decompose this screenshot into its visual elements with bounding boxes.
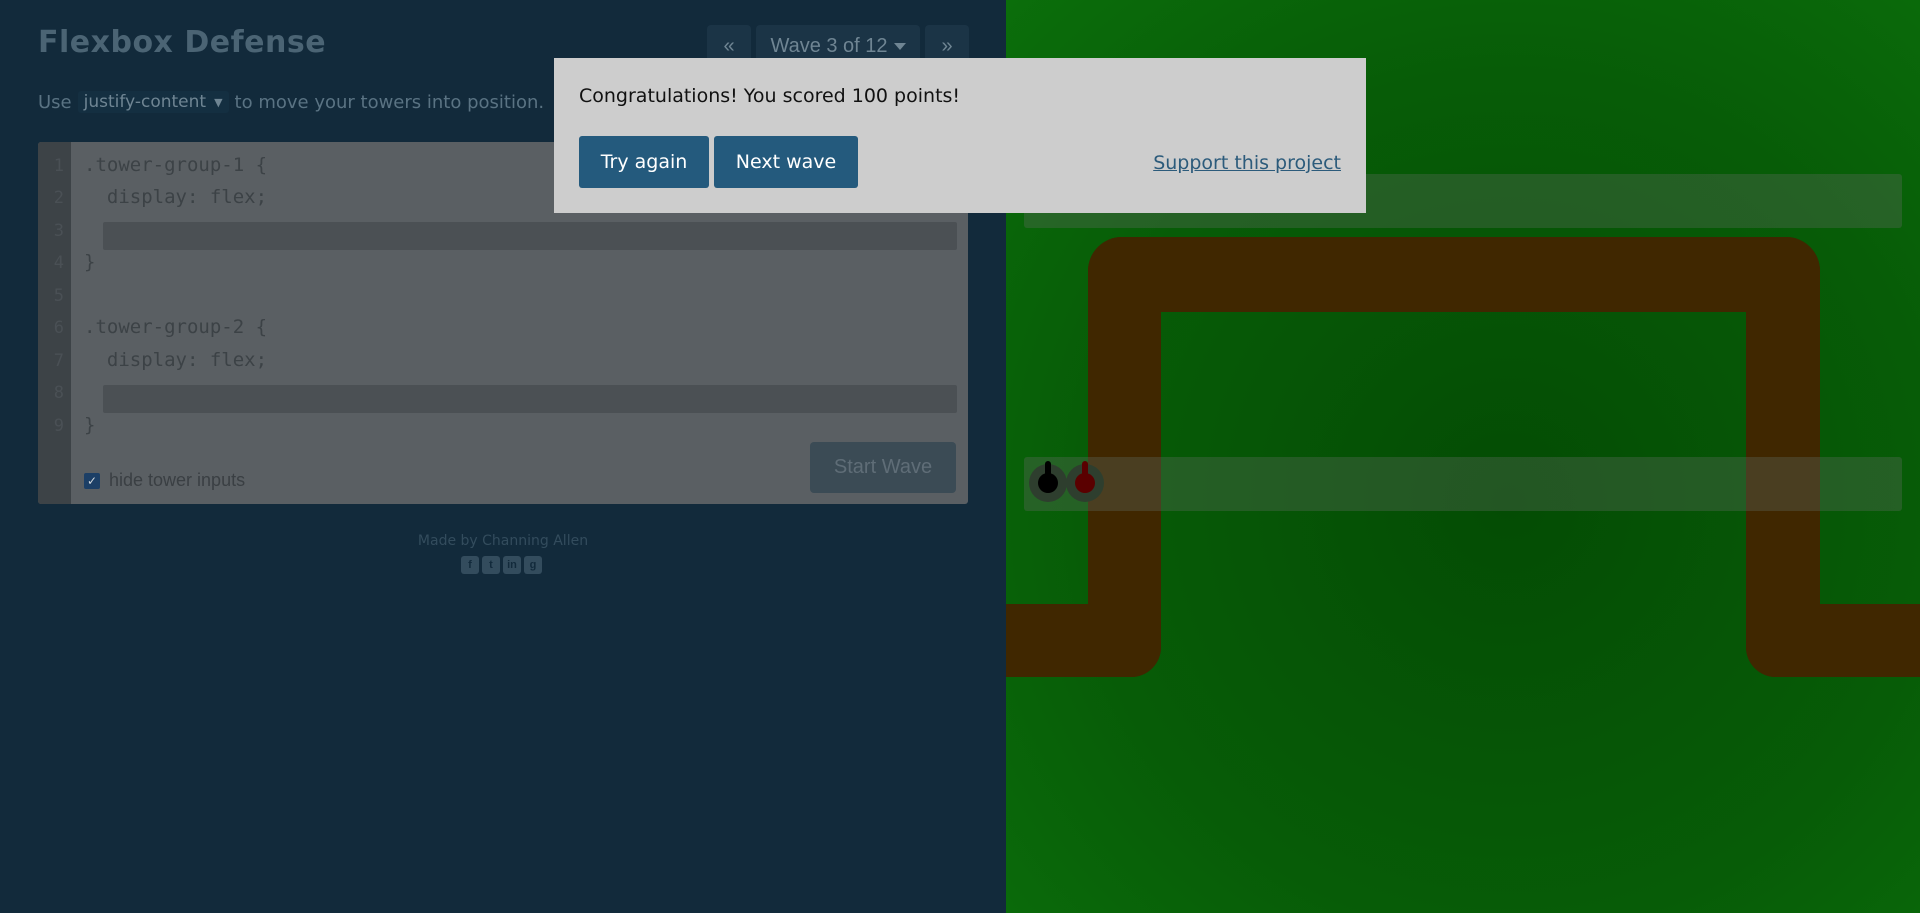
result-message: Congratulations! You scored 100 points! (579, 85, 961, 107)
result-modal: Congratulations! You scored 100 points! … (554, 58, 1366, 213)
next-wave-button[interactable]: Next wave (714, 136, 858, 188)
support-project-link[interactable]: Support this project (1153, 152, 1341, 174)
modal-overlay: Congratulations! You scored 100 points! … (0, 0, 1920, 913)
try-again-button[interactable]: Try again (579, 136, 709, 188)
